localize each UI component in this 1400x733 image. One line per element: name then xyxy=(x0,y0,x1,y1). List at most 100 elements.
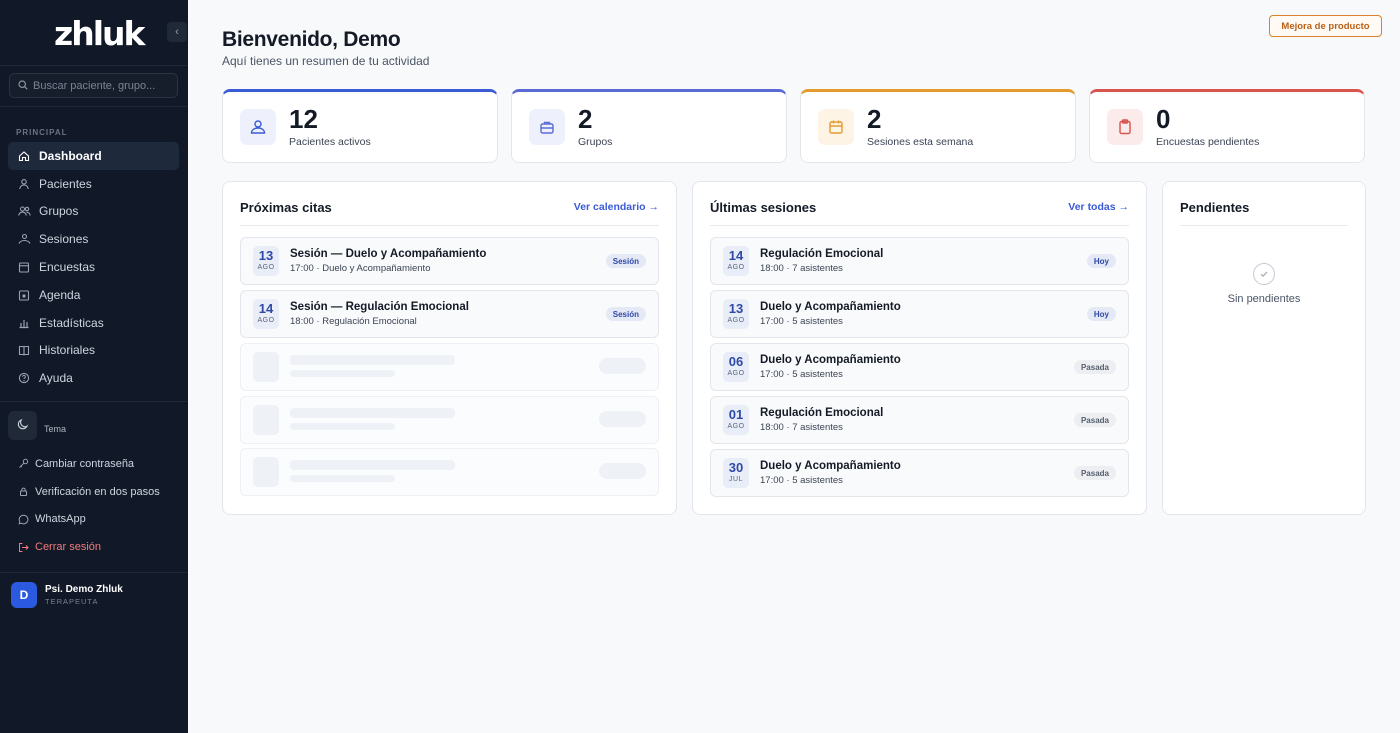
date-chip: 01 AGO xyxy=(723,405,749,435)
help-icon xyxy=(17,371,31,385)
action-label: Verificación en dos pasos xyxy=(35,485,160,498)
panel-divider xyxy=(240,225,659,226)
date-month: AGO xyxy=(727,423,745,430)
date-month: AGO xyxy=(257,264,275,271)
list-item[interactable]: 01 AGO Regulación Emocional 18:00 · 7 as… xyxy=(710,396,1129,444)
home-icon xyxy=(17,149,31,163)
date-day: 14 xyxy=(728,248,744,263)
user-profile[interactable]: D Psi. Demo Zhluk TERAPEUTA xyxy=(11,582,123,608)
nav-label: Dashboard xyxy=(39,148,102,163)
two-step-verification-link[interactable]: Verificación en dos pasos xyxy=(8,478,179,506)
sidebar-divider xyxy=(0,572,188,573)
status-badge: Sesión xyxy=(605,254,646,268)
date-day: 06 xyxy=(728,354,744,369)
clipboard-icon xyxy=(1107,109,1143,145)
date-day: 13 xyxy=(728,301,744,316)
panel-divider xyxy=(710,225,1129,226)
user-info: Psi. Demo Zhluk TERAPEUTA xyxy=(45,584,123,606)
item-subtitle: 17:00 · 5 asistentes xyxy=(760,475,843,486)
item-subtitle: 18:00 · 7 asistentes xyxy=(760,263,843,274)
list-item[interactable]: 13 AGO Duelo y Acompañamiento 17:00 · 5 … xyxy=(710,290,1129,338)
date-chip: 14 AGO xyxy=(253,299,279,329)
panel-title: Próximas citas xyxy=(240,200,332,215)
action-label: WhatsApp xyxy=(35,513,86,526)
user-icon xyxy=(17,177,31,191)
search-input[interactable] xyxy=(33,79,173,92)
stat-value: 2 xyxy=(867,104,882,134)
status-badge: Hoy xyxy=(1086,254,1116,268)
date-month: AGO xyxy=(727,264,745,271)
avatar: D xyxy=(11,582,37,608)
item-title: Sesión — Regulación Emocional xyxy=(290,301,469,313)
nav-label: Pacientes xyxy=(39,176,92,191)
loading-placeholder xyxy=(240,343,659,391)
calendar-icon xyxy=(818,109,854,145)
list-item[interactable]: 06 AGO Duelo y Acompañamiento 17:00 · 5 … xyxy=(710,343,1129,391)
stat-label: Pacientes activos xyxy=(289,136,371,148)
theme-toggle-button[interactable] xyxy=(8,411,37,440)
nav-item-ayuda[interactable]: Ayuda xyxy=(8,364,179,392)
nav-item-pacientes[interactable]: Pacientes xyxy=(8,170,179,198)
stat-card-grupos[interactable]: 2 Grupos xyxy=(511,89,787,163)
item-subtitle: 17:00 · 5 asistentes xyxy=(760,316,843,327)
key-icon xyxy=(17,458,29,470)
item-title: Duelo y Acompañamiento xyxy=(760,354,901,366)
loading-placeholder xyxy=(240,396,659,444)
account-actions: Cambiar contraseña Verificación en dos p… xyxy=(8,450,179,561)
change-password-link[interactable]: Cambiar contraseña xyxy=(8,450,179,478)
sidebar-divider xyxy=(0,106,188,107)
date-chip: 13 AGO xyxy=(723,299,749,329)
date-month: AGO xyxy=(257,317,275,324)
logo[interactable]: zhluk xyxy=(54,14,145,53)
patients-icon xyxy=(240,109,276,145)
list-item[interactable]: 14 AGO Sesión — Regulación Emocional 18:… xyxy=(240,290,659,338)
collapse-sidebar-button[interactable]: ‹ xyxy=(167,22,187,42)
whatsapp-link[interactable]: WhatsApp xyxy=(8,506,179,534)
date-month: JUL xyxy=(729,476,743,483)
item-title: Duelo y Acompañamiento xyxy=(760,301,901,313)
nav-item-grupos[interactable]: Grupos xyxy=(8,198,179,226)
stat-card-pacientes[interactable]: 12 Pacientes activos xyxy=(222,89,498,163)
pending-panel: Pendientes Sin pendientes xyxy=(1162,181,1366,515)
chart-icon xyxy=(17,316,31,330)
check-circle-icon xyxy=(1253,263,1275,285)
product-feedback-button[interactable]: Mejora de producto xyxy=(1269,15,1382,37)
action-label: Cambiar contraseña xyxy=(35,457,135,470)
nav-item-estadisticas[interactable]: Estadísticas xyxy=(8,309,179,337)
sidebar-divider xyxy=(0,401,188,402)
stat-card-encuestas[interactable]: 0 Encuestas pendientes xyxy=(1089,89,1365,163)
view-calendar-link[interactable]: Ver calendario → xyxy=(574,201,659,213)
item-subtitle: 17:00 · Duelo y Acompañamiento xyxy=(290,263,431,274)
nav-item-encuestas[interactable]: Encuestas xyxy=(8,253,179,281)
item-title: Regulación Emocional xyxy=(760,407,884,419)
stat-card-sesiones[interactable]: 2 Sesiones esta semana xyxy=(800,89,1076,163)
nav-label: Estadísticas xyxy=(39,315,104,330)
item-subtitle: 18:00 · Regulación Emocional xyxy=(290,316,417,327)
book-icon xyxy=(17,343,31,357)
nav-item-dashboard[interactable]: Dashboard xyxy=(8,142,179,170)
logout-icon xyxy=(17,541,29,553)
view-all-link[interactable]: Ver todas → xyxy=(1068,201,1129,213)
stat-label: Sesiones esta semana xyxy=(867,136,974,148)
nav-item-agenda[interactable]: Agenda xyxy=(8,281,179,309)
page-title: Bienvenido, Demo xyxy=(222,28,401,51)
sidebar-divider xyxy=(0,65,188,66)
list-item[interactable]: 13 AGO Sesión — Duelo y Acompañamiento 1… xyxy=(240,237,659,285)
theme-label: Tema xyxy=(44,423,67,434)
search-box[interactable] xyxy=(9,73,178,98)
nav-label: Agenda xyxy=(39,287,81,302)
list-item[interactable]: 14 AGO Regulación Emocional 18:00 · 7 as… xyxy=(710,237,1129,285)
list-item[interactable]: 30 JUL Duelo y Acompañamiento 17:00 · 5 … xyxy=(710,449,1129,497)
survey-icon xyxy=(17,260,31,274)
nav-item-sesiones[interactable]: Sesiones xyxy=(8,225,179,253)
whatsapp-icon xyxy=(17,513,29,525)
nav-label: Historiales xyxy=(39,343,96,358)
stat-label: Encuestas pendientes xyxy=(1156,136,1260,148)
date-day: 01 xyxy=(728,407,744,422)
users-icon xyxy=(17,204,31,218)
logout-link[interactable]: Cerrar sesión xyxy=(8,533,179,561)
date-day: 14 xyxy=(258,301,274,316)
upcoming-appointments-panel: Próximas citas Ver calendario → 13 AGO S… xyxy=(222,181,677,515)
nav-item-historiales[interactable]: Historiales xyxy=(8,337,179,365)
date-day: 13 xyxy=(258,248,274,263)
